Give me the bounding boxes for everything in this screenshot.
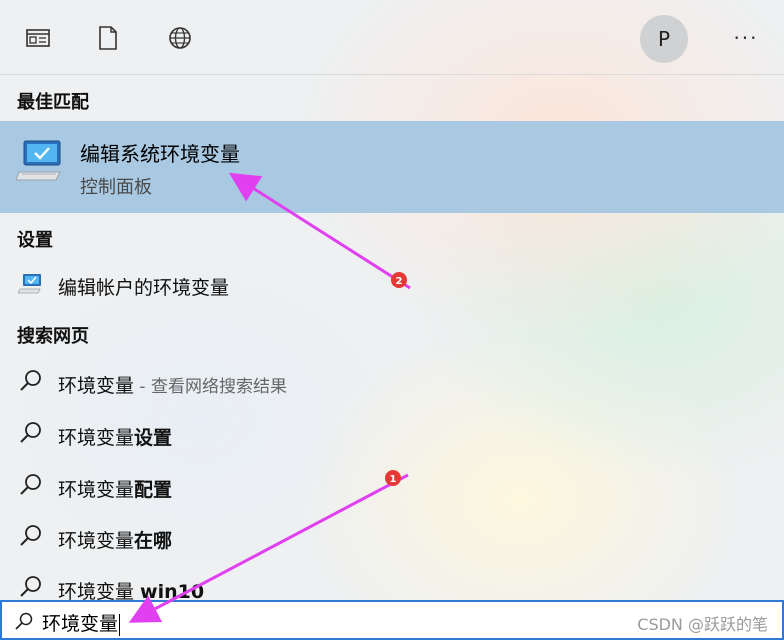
control-panel-icon (15, 138, 64, 188)
search-icon (18, 523, 44, 553)
text-caret (119, 613, 121, 636)
web-result-query: 环境变量 (58, 479, 135, 501)
best-match-result[interactable] (0, 121, 784, 213)
web-result-item[interactable]: 环境变量在哪 (0, 515, 784, 559)
section-settings: 设置 (17, 230, 53, 251)
search-input[interactable]: 环境变量 (42, 613, 118, 635)
best-match-title: 编辑系统环境变量 (80, 142, 240, 166)
settings-monitor-icon (17, 270, 44, 300)
section-web-search: 搜索网页 (17, 326, 89, 347)
web-result-suggestion: 设置 (134, 427, 173, 449)
web-result-item[interactable]: 环境变量配置 (0, 464, 784, 508)
watermark: CSDN @跃跃的笔 (637, 615, 768, 634)
web-result-query: 环境变量 (58, 375, 135, 397)
web-result-query: 环境变量 (58, 427, 135, 449)
web-result-suggestion: 在哪 (134, 530, 173, 552)
document-icon[interactable] (92, 22, 124, 54)
search-icon (18, 368, 44, 398)
apps-icon[interactable] (22, 22, 54, 54)
more-options-button[interactable]: ··· (724, 20, 768, 56)
settings-item-edit-account-env[interactable]: 编辑帐户的环境变量 (0, 262, 784, 306)
search-icon (18, 472, 44, 502)
globe-icon[interactable] (164, 22, 196, 54)
web-result-query: 环境变量 (58, 530, 135, 552)
best-match-subtitle: 控制面板 (80, 177, 152, 198)
search-box[interactable]: 环境变量 CSDN @跃跃的笔 (0, 600, 784, 640)
search-icon (18, 420, 44, 450)
search-icon (14, 611, 34, 635)
user-avatar[interactable]: P (640, 15, 688, 63)
web-result-item[interactable]: 环境变量 - 查看网络搜索结果 (0, 360, 784, 404)
web-result-item[interactable]: 环境变量设置 (0, 412, 784, 456)
section-best-match: 最佳匹配 (17, 92, 89, 113)
settings-item-label: 编辑帐户的环境变量 (58, 277, 230, 299)
top-toolbar: P ··· (0, 0, 784, 75)
web-result-suggestion: 配置 (134, 479, 173, 501)
web-result-hint: - 查看网络搜索结果 (134, 377, 287, 397)
